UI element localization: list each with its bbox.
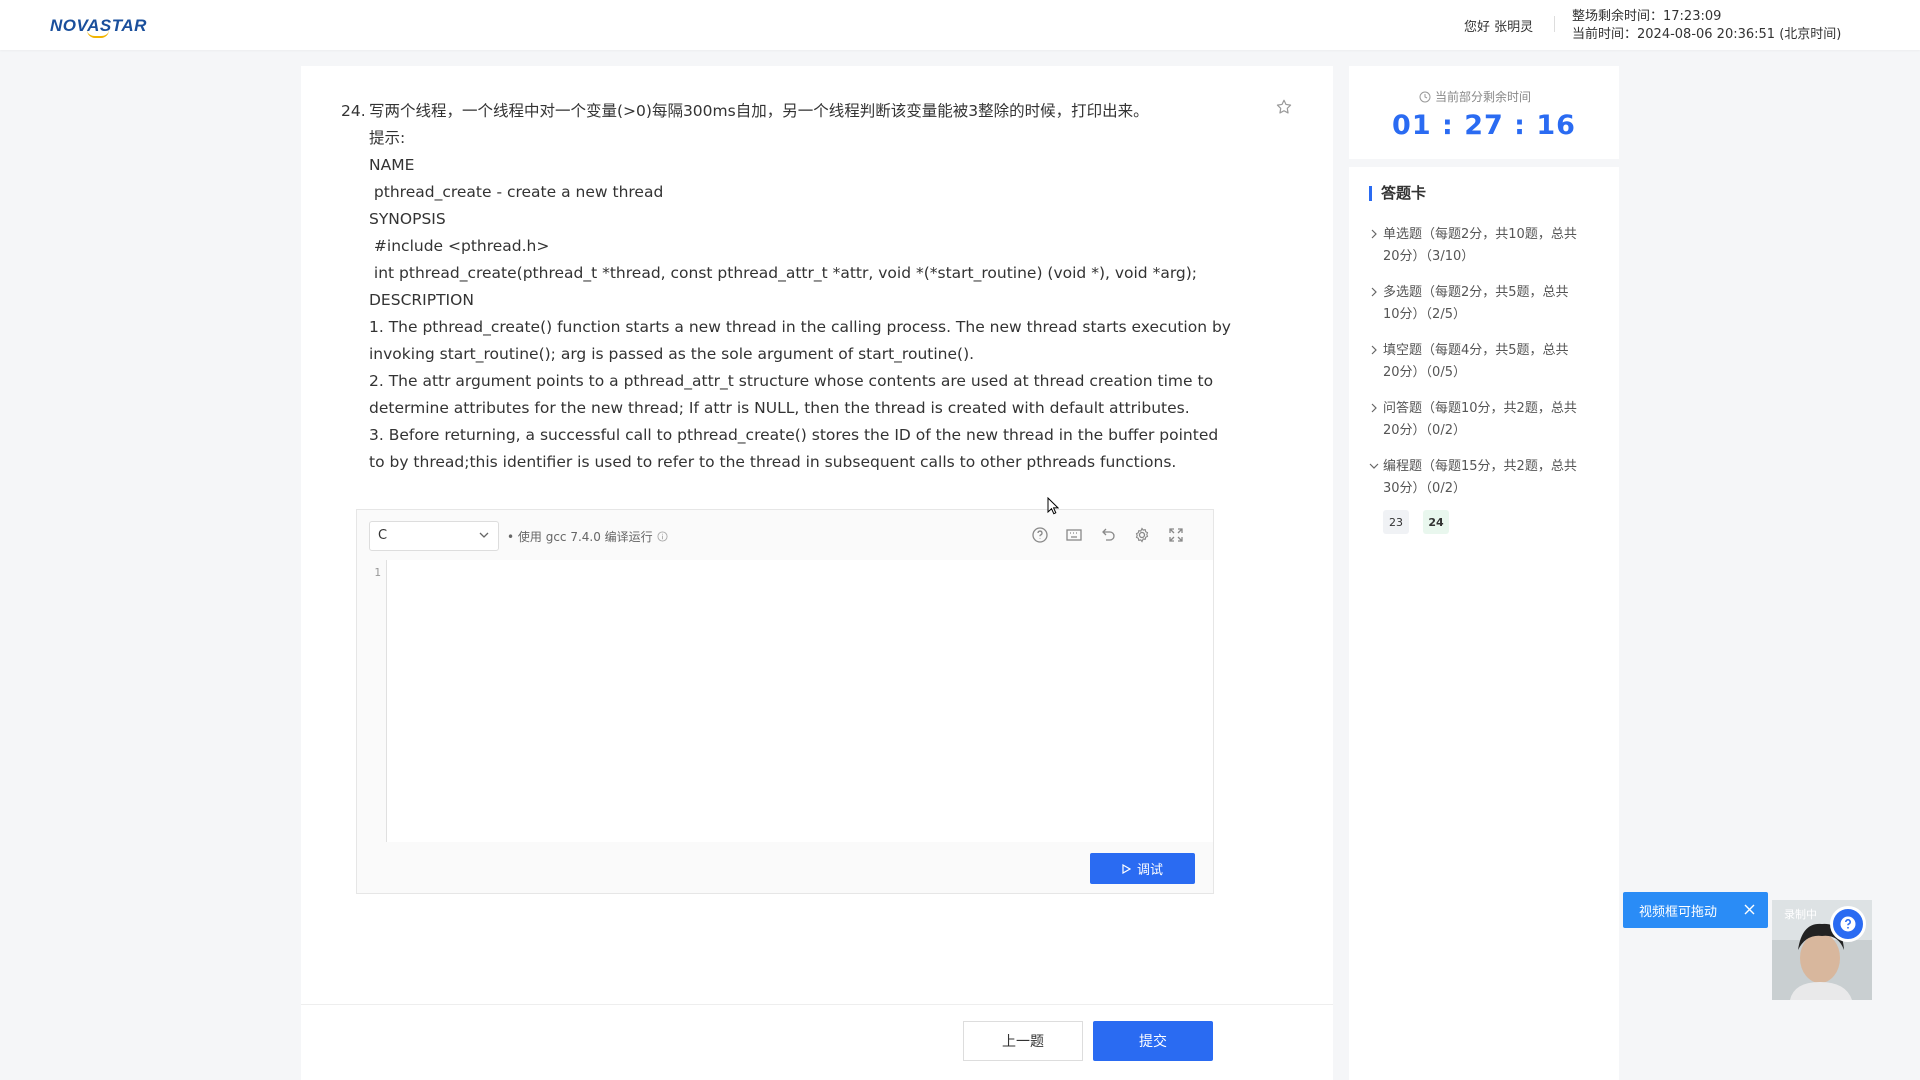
- section-fill-blank[interactable]: 填空题（每题4分，共5题，总共 20分）（0/5）: [1369, 340, 1599, 384]
- question-content: 24. 写两个线程，一个线程中对一个变量(>0)每隔300ms自加，另一个线程判…: [341, 98, 1231, 476]
- exam-remaining-time: 整场剩余时间：17:23:09: [1572, 9, 1722, 24]
- sidebar-separator: [1349, 159, 1619, 167]
- recording-label: 录制中: [1784, 908, 1817, 921]
- question-line: pthread_create - create a new thread: [369, 183, 664, 201]
- question-number-button[interactable]: 23: [1383, 510, 1409, 534]
- chevron-right-icon: [1371, 229, 1377, 239]
- editor-toolbar: C • 使用 gcc 7.4.0 编译运行: [357, 510, 1213, 560]
- question-line: NAME: [369, 156, 415, 174]
- star-icon[interactable]: [1275, 98, 1293, 116]
- question-card: 24. 写两个线程，一个线程中对一个变量(>0)每隔300ms自加，另一个线程判…: [301, 66, 1333, 1080]
- video-drag-tip: 视频框可拖动: [1623, 892, 1768, 928]
- webcam-preview[interactable]: 录制中: [1772, 900, 1872, 1000]
- chevron-down-icon: [479, 532, 489, 538]
- question-paragraph: 1. The pthread_create() function starts …: [369, 318, 1231, 363]
- question-body: 提示: NAME pthread_create - create a new t…: [341, 125, 1231, 476]
- section-programming[interactable]: 编程题（每题15分，共2题，总共 30分）（0/2）: [1369, 456, 1599, 500]
- answer-card-title: 答题卡: [1369, 186, 1426, 201]
- code-editor: C • 使用 gcc 7.4.0 编译运行 1 调试: [356, 509, 1214, 894]
- novastar-logo: NOVASTAR: [50, 13, 147, 39]
- question-mark-icon: [1840, 916, 1856, 932]
- section-remaining-time: 01 : 27 : 16: [1392, 110, 1576, 141]
- language-select[interactable]: C: [369, 521, 499, 551]
- line-gutter: 1: [369, 560, 387, 842]
- question-line: 提示:: [369, 129, 406, 147]
- question-sections: 单选题（每题2分，共10题，总共 20分）（3/10） 多选题（每题2分，共5题…: [1369, 224, 1599, 534]
- chevron-right-icon: [1371, 287, 1377, 297]
- section-multi-choice[interactable]: 多选题（每题2分，共5题，总共 10分）（2/5）: [1369, 282, 1599, 326]
- info-icon[interactable]: [657, 531, 668, 542]
- question-paragraph: 3. Before returning, a successful call t…: [369, 426, 1219, 471]
- footer-divider: [301, 1004, 1333, 1005]
- top-header: NOVASTAR 您好 张明灵 整场剩余时间：17:23:09 当前时间：202…: [0, 0, 1920, 50]
- keyboard-icon[interactable]: [1065, 526, 1083, 544]
- chevron-right-icon: [1371, 345, 1377, 355]
- section-remaining-label: 当前部分剩余时间: [1419, 88, 1531, 105]
- question-line: DESCRIPTION: [369, 291, 474, 309]
- question-number-button[interactable]: 24: [1423, 510, 1449, 534]
- help-float-button[interactable]: [1830, 906, 1866, 942]
- help-icon[interactable]: [1031, 526, 1049, 544]
- time-info: 整场剩余时间：17:23:09 当前时间：2024-08-06 20:36:51…: [1572, 8, 1841, 44]
- answer-sidebar: 当前部分剩余时间 01 : 27 : 16 答题卡 单选题（每题2分，共10题，…: [1349, 66, 1619, 1080]
- question-paragraph: 2. The attr argument points to a pthread…: [369, 372, 1214, 417]
- question-number-grid: 23 24: [1369, 510, 1599, 534]
- chevron-right-icon: [1371, 403, 1377, 413]
- code-input-area[interactable]: [387, 560, 1213, 842]
- undo-icon[interactable]: [1099, 526, 1117, 544]
- fullscreen-icon[interactable]: [1167, 526, 1185, 544]
- section-single-choice[interactable]: 单选题（每题2分，共10题，总共 20分）（3/10）: [1369, 224, 1599, 268]
- debug-label: 调试: [1136, 863, 1163, 878]
- play-icon: [1122, 863, 1131, 874]
- user-greeting: 您好 张明灵: [1464, 20, 1534, 35]
- prev-question-button[interactable]: 上一题: [963, 1021, 1083, 1061]
- question-line: int pthread_create(pthread_t *thread, co…: [369, 264, 1198, 282]
- clock-icon: [1419, 91, 1431, 102]
- close-icon[interactable]: [1743, 903, 1756, 916]
- line-number: 1: [374, 566, 381, 579]
- chevron-down-icon: [1369, 463, 1379, 469]
- section-short-answer[interactable]: 问答题（每题10分，共2题，总共 20分）（0/2）: [1369, 398, 1599, 442]
- question-line: #include <pthread.h>: [369, 237, 550, 255]
- current-time: 当前时间：2024-08-06 20:36:51 (北京时间): [1572, 27, 1842, 42]
- language-value: C: [378, 528, 388, 543]
- header-divider: [1554, 16, 1555, 32]
- question-title: 写两个线程，一个线程中对一个变量(>0)每隔300ms自加，另一个线程判断该变量…: [369, 102, 1149, 120]
- mouse-cursor-icon: [1047, 497, 1059, 515]
- question-number: 24.: [341, 102, 366, 120]
- question-title-row: 24. 写两个线程，一个线程中对一个变量(>0)每隔300ms自加，另一个线程判…: [341, 98, 1231, 125]
- submit-button[interactable]: 提交: [1093, 1021, 1213, 1061]
- gear-icon[interactable]: [1133, 526, 1151, 544]
- debug-button[interactable]: 调试: [1090, 853, 1195, 884]
- compile-hint: • 使用 gcc 7.4.0 编译运行: [507, 528, 668, 545]
- question-line: SYNOPSIS: [369, 210, 446, 228]
